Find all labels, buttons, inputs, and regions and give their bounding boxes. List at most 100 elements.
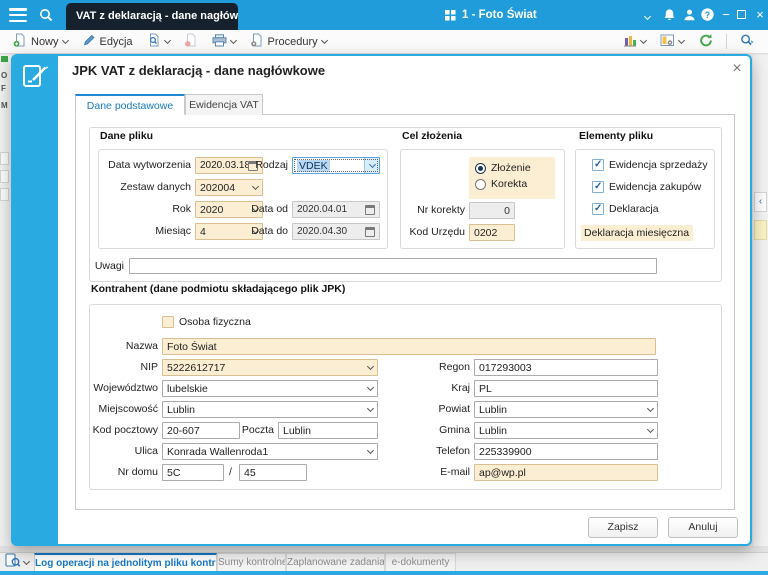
workspace-chevron-icon[interactable] — [643, 12, 652, 24]
chevron-down-icon[interactable] — [366, 362, 375, 371]
hamburger-menu-icon[interactable] — [9, 8, 27, 22]
chevron-down-icon[interactable] — [366, 446, 375, 455]
checkbox-osoba-fizyczna[interactable] — [162, 316, 174, 328]
radio-zlozenie[interactable]: Złożenie — [475, 160, 549, 176]
quick-search-button[interactable] — [734, 31, 760, 53]
delete-button[interactable] — [179, 31, 203, 52]
nr-domu-input[interactable]: 5C — [162, 464, 224, 481]
dialog-close-icon[interactable]: × — [727, 59, 747, 79]
kod-urzedu-field[interactable]: 0202 — [469, 224, 515, 241]
data-do-field[interactable]: 2020.04.30 — [292, 223, 380, 240]
rok-value: 2020 — [200, 203, 224, 216]
chevron-down-icon[interactable] — [366, 383, 375, 392]
grid-icon[interactable] — [445, 10, 456, 24]
reports-button[interactable] — [655, 32, 689, 52]
zestaw-danych-select[interactable]: 202004 — [195, 179, 263, 196]
telefon-label: Telefon — [436, 445, 470, 457]
kod-pocztowy-input[interactable]: 20-607 — [162, 422, 240, 439]
collapse-panel-button[interactable]: ‹ — [754, 192, 767, 212]
document-delete-icon — [184, 33, 198, 50]
miejscowosc-select[interactable]: Lublin — [162, 401, 378, 418]
cancel-button[interactable]: Anuluj — [668, 517, 738, 538]
checkbox-ewidencja-sprzedazy[interactable] — [592, 159, 604, 171]
radio-korekta[interactable]: Korekta — [475, 176, 549, 192]
nr-domu-value: 5C — [167, 466, 181, 479]
checkbox-ewidencja-zakupow[interactable] — [592, 181, 604, 193]
data-do-value: 2020.04.30 — [297, 226, 348, 237]
group-kontrahent: Osoba fizyczna Nazwa Foto Świat NIP 5222… — [89, 304, 722, 490]
nr-lokalu-input[interactable]: 45 — [239, 464, 307, 481]
bottom-tab-e-dokumenty[interactable]: e-dokumenty — [385, 553, 456, 572]
tab-ewidencja-vat[interactable]: Ewidencja VAT — [185, 94, 263, 115]
chevron-down-icon[interactable] — [320, 36, 328, 45]
calendar-icon — [365, 204, 375, 215]
analysis-button[interactable] — [618, 32, 651, 52]
kraj-label: Kraj — [451, 382, 470, 394]
chevron-down-icon[interactable] — [251, 182, 260, 191]
chevron-down-icon[interactable] — [163, 36, 171, 45]
poczta-label: Poczta — [241, 424, 274, 436]
uwagi-input[interactable] — [129, 258, 657, 274]
bottom-tab-log-operacji[interactable]: Log operacji na jednolitym pliku kontrol… — [34, 553, 217, 572]
toolbar-separator — [726, 34, 727, 49]
regon-label: Regon — [439, 361, 470, 373]
radio-zlozenie-label: Złożenie — [491, 162, 531, 174]
radio-korekta-label: Korekta — [491, 178, 528, 190]
procedures-button[interactable]: Procedury — [245, 31, 332, 52]
kraj-input[interactable]: PL — [474, 380, 658, 397]
section-title-kontrahent: Kontrahent (dane podmiotu składającego p… — [89, 283, 348, 295]
bell-icon[interactable] — [662, 7, 677, 26]
chevron-down-icon[interactable] — [646, 425, 655, 434]
chevron-down-icon[interactable] — [646, 404, 655, 413]
dropdown-button[interactable] — [364, 158, 379, 173]
chevron-down-icon[interactable] — [366, 404, 375, 413]
edit-button[interactable]: Edycja — [77, 31, 138, 52]
chevron-down-icon[interactable] — [229, 36, 237, 45]
bottom-tab-zaplanowane-zadania[interactable]: Zaplanowane zadania — [286, 553, 385, 572]
window-tab[interactable]: VAT z deklaracją - dane nagłówkow — [66, 3, 238, 30]
report-gear-icon — [660, 34, 675, 50]
header-data-container: Dane pliku Data wytworzenia 2020.03.18 Z… — [89, 127, 722, 282]
data-od-field[interactable]: 2020.04.01 — [292, 201, 380, 218]
nr-korekty-field[interactable]: 0 — [469, 202, 515, 219]
refresh-button[interactable] — [693, 31, 719, 53]
uwagi-label: Uwagi — [94, 260, 124, 272]
print-button[interactable] — [207, 32, 241, 52]
email-input[interactable]: ap@wp.pl — [474, 464, 658, 481]
rodzaj-select[interactable]: VDEK — [292, 157, 380, 174]
wojewodztwo-select[interactable]: lubelskie — [162, 380, 378, 397]
user-icon[interactable] — [682, 7, 697, 26]
chevron-down-icon[interactable] — [22, 557, 31, 565]
regon-input[interactable]: 017293003 — [474, 359, 658, 376]
preview-button[interactable] — [142, 31, 175, 52]
search-icon[interactable] — [38, 7, 54, 26]
radio-selected-icon — [475, 162, 486, 174]
chevron-down-icon[interactable] — [639, 36, 648, 45]
maximize-button[interactable] — [737, 10, 746, 19]
bottom-tab-sumy-kontrolne[interactable]: Sumy kontrolne — [217, 553, 286, 572]
help-icon[interactable]: ? — [700, 7, 715, 25]
nazwa-input[interactable]: Foto Świat — [162, 338, 656, 355]
checkbox-deklaracja[interactable] — [592, 203, 604, 215]
section-title-dane-pliku: Dane pliku — [98, 130, 156, 142]
wojewodztwo-label: Województwo — [93, 382, 158, 394]
minimize-button[interactable]: − — [718, 0, 734, 30]
poczta-input[interactable]: Lublin — [278, 422, 378, 439]
gmina-select[interactable]: Lublin — [474, 422, 658, 439]
tab-content-panel: Dane pliku Data wytworzenia 2020.03.18 Z… — [75, 114, 735, 510]
save-button[interactable]: Zapisz — [588, 517, 658, 538]
section-title-cel-zlozenia: Cel złożenia — [400, 130, 465, 142]
log-panel-button[interactable] — [0, 553, 34, 571]
new-button[interactable]: Nowy — [8, 31, 73, 52]
tab-dane-podstawowe[interactable]: Dane podstawowe — [75, 94, 185, 115]
powiat-select[interactable]: Lublin — [474, 401, 658, 418]
svg-text:?: ? — [705, 10, 710, 20]
ulica-select[interactable]: Konrada Wallenroda1 — [162, 443, 378, 460]
poczta-value: Lublin — [283, 424, 312, 437]
chevron-down-icon[interactable] — [61, 36, 69, 45]
telefon-input[interactable]: 225339900 — [474, 443, 658, 460]
nip-select[interactable]: 5222612717 — [162, 359, 378, 376]
close-window-button[interactable]: × — [752, 0, 768, 30]
chevron-down-icon[interactable] — [677, 36, 686, 45]
background-field-fragment — [0, 170, 9, 183]
